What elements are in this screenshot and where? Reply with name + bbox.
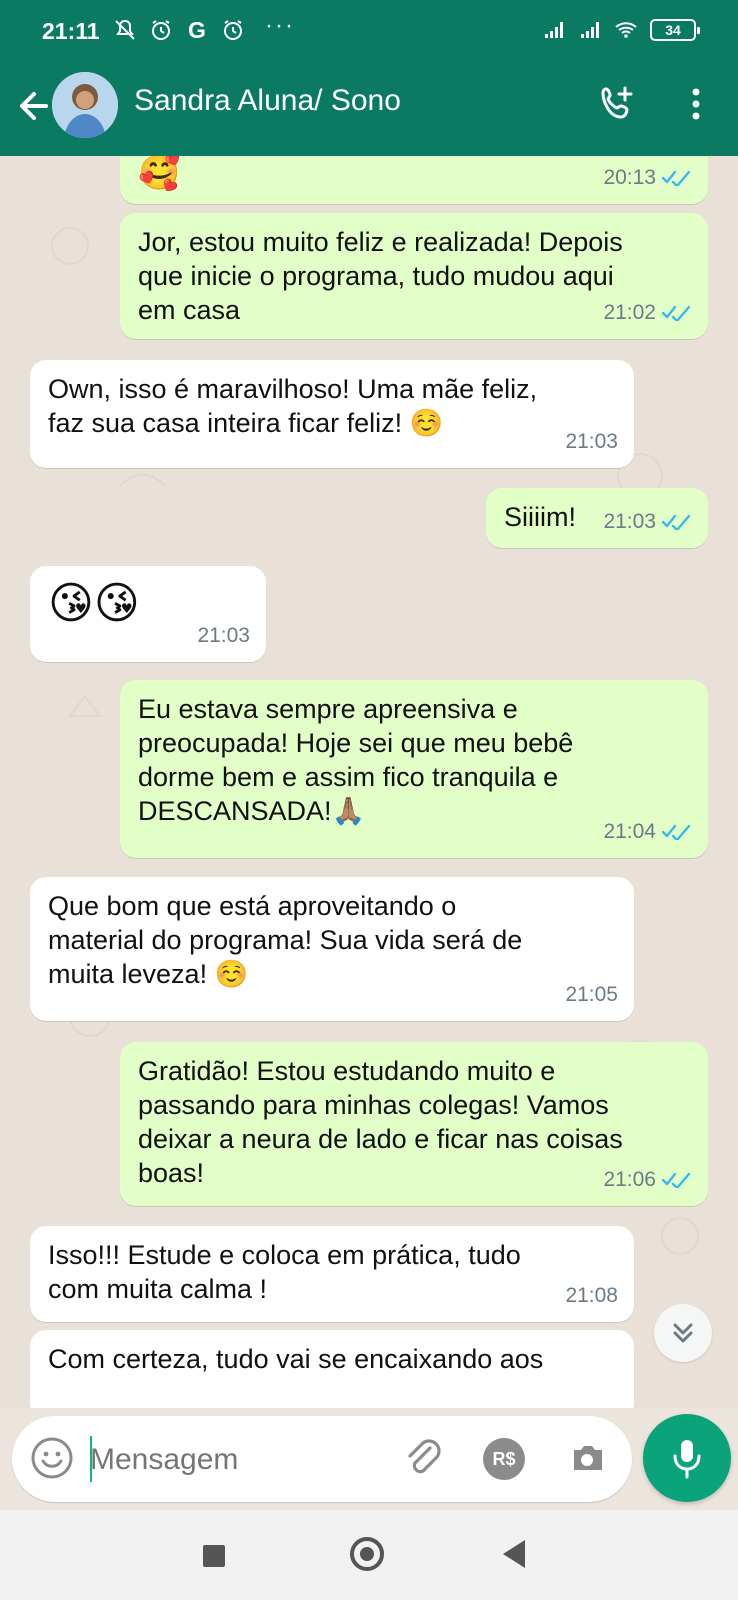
status-left-icons: G — [113, 18, 245, 42]
message-meta: 21:08 — [565, 1279, 618, 1313]
message-bubble-outgoing[interactable]: Siiiim! 21:03 — [486, 488, 708, 548]
read-ticks-icon — [662, 824, 691, 840]
message-text: Com certeza, tudo vai se encaixando aos — [48, 1344, 544, 1374]
scroll-to-bottom-button[interactable] — [654, 1304, 712, 1362]
message-meta: 21:05 — [565, 978, 618, 1012]
voice-message-button[interactable] — [643, 1414, 731, 1502]
microphone-icon — [673, 1440, 701, 1479]
more-status-indicator: ··· — [265, 12, 295, 39]
paperclip-icon[interactable] — [403, 1438, 443, 1478]
message-bubble-incoming[interactable]: Isso!!! Estude e coloca em prática, tudo… — [30, 1226, 634, 1322]
message-bubble-incoming[interactable]: 😘😘 21:03 — [30, 566, 266, 662]
alarm-icon-second — [224, 20, 242, 40]
message-time: 21:03 — [565, 430, 618, 453]
more-options-icon[interactable] — [676, 84, 716, 124]
message-bubble-outgoing[interactable]: Eu estava sempre apreensiva e preocupada… — [120, 680, 708, 858]
add-call-icon[interactable] — [594, 82, 638, 126]
message-time: 21:03 — [197, 624, 250, 647]
message-meta: 21:03 — [565, 425, 618, 459]
contact-avatar[interactable] — [52, 72, 118, 138]
message-text: Que bom que está aproveitando o material… — [48, 891, 523, 989]
payment-icon[interactable]: R$ — [483, 1438, 525, 1480]
alarm-icon — [152, 20, 170, 40]
chat-area[interactable]: 🥰 20:13 Jor, estou muito feliz e realiza… — [0, 156, 738, 1408]
message-text: Eu estava sempre apreensiva e preocupada… — [138, 694, 574, 826]
message-meta: 21:02 — [603, 296, 692, 330]
message-bubble-outgoing[interactable]: Gratidão! Estou estudando muito e passan… — [120, 1042, 708, 1206]
status-time: 21:11 — [42, 18, 100, 44]
read-ticks-icon — [662, 305, 691, 321]
message-time: 21:06 — [603, 1168, 656, 1191]
message-meta: 21:03 — [603, 505, 692, 539]
wifi-icon — [615, 22, 637, 38]
double-chevron-down-icon — [673, 1323, 693, 1343]
contact-name[interactable]: Sandra Aluna/ Sono — [134, 84, 401, 118]
message-input[interactable] — [90, 1438, 390, 1482]
message-time: 21:03 — [603, 510, 656, 533]
message-time: 21:04 — [603, 820, 656, 843]
message-bubble-incoming[interactable]: Que bom que está aproveitando o material… — [30, 877, 634, 1021]
message-composer[interactable]: R$ — [12, 1416, 632, 1502]
home-button[interactable] — [350, 1537, 384, 1571]
emoji-icon[interactable] — [30, 1436, 74, 1480]
message-time: 21:05 — [565, 983, 618, 1006]
message-time: 20:13 — [603, 166, 656, 189]
message-meta: 21:04 — [603, 815, 692, 849]
read-ticks-icon — [662, 170, 691, 186]
read-ticks-icon — [662, 1172, 691, 1188]
message-bubble-incoming[interactable]: Com certeza, tudo vai se encaixando aos — [30, 1330, 634, 1408]
battery-indicator: 34 — [650, 19, 700, 41]
message-meta: 21:03 — [197, 619, 250, 653]
message-bubble-outgoing[interactable]: Jor, estou muito feliz e realizada! Depo… — [120, 213, 708, 339]
message-time: 21:08 — [565, 1284, 618, 1307]
message-text: Own, isso é maravilhoso! Uma mãe feliz, … — [48, 374, 538, 438]
recent-apps-button[interactable] — [203, 1545, 225, 1567]
android-navigation-bar — [0, 1510, 738, 1600]
camera-icon[interactable] — [566, 1438, 608, 1480]
message-bubble-outgoing[interactable]: 🥰 20:13 — [120, 156, 708, 204]
message-meta: 20:13 — [603, 161, 692, 195]
message-bubble-incoming[interactable]: Own, isso é maravilhoso! Uma mãe feliz, … — [30, 360, 634, 468]
status-right-icons: 34 — [542, 18, 700, 42]
status-bar: 21:11 G ··· 34 — [0, 0, 738, 64]
signal-icon-second — [581, 22, 599, 38]
system-back-button[interactable] — [503, 1540, 525, 1568]
message-time: 21:02 — [603, 301, 656, 324]
read-ticks-icon — [662, 514, 691, 530]
message-text: Isso!!! Estude e coloca em prática, tudo… — [48, 1240, 521, 1304]
avatar-image — [52, 72, 118, 138]
google-icon: G — [188, 17, 206, 43]
message-meta: 21:06 — [603, 1163, 692, 1197]
back-arrow-icon[interactable] — [10, 86, 50, 126]
chat-header: Sandra Aluna/ Sono — [0, 64, 738, 156]
signal-icon — [545, 22, 563, 38]
bell-off-icon — [115, 19, 135, 40]
